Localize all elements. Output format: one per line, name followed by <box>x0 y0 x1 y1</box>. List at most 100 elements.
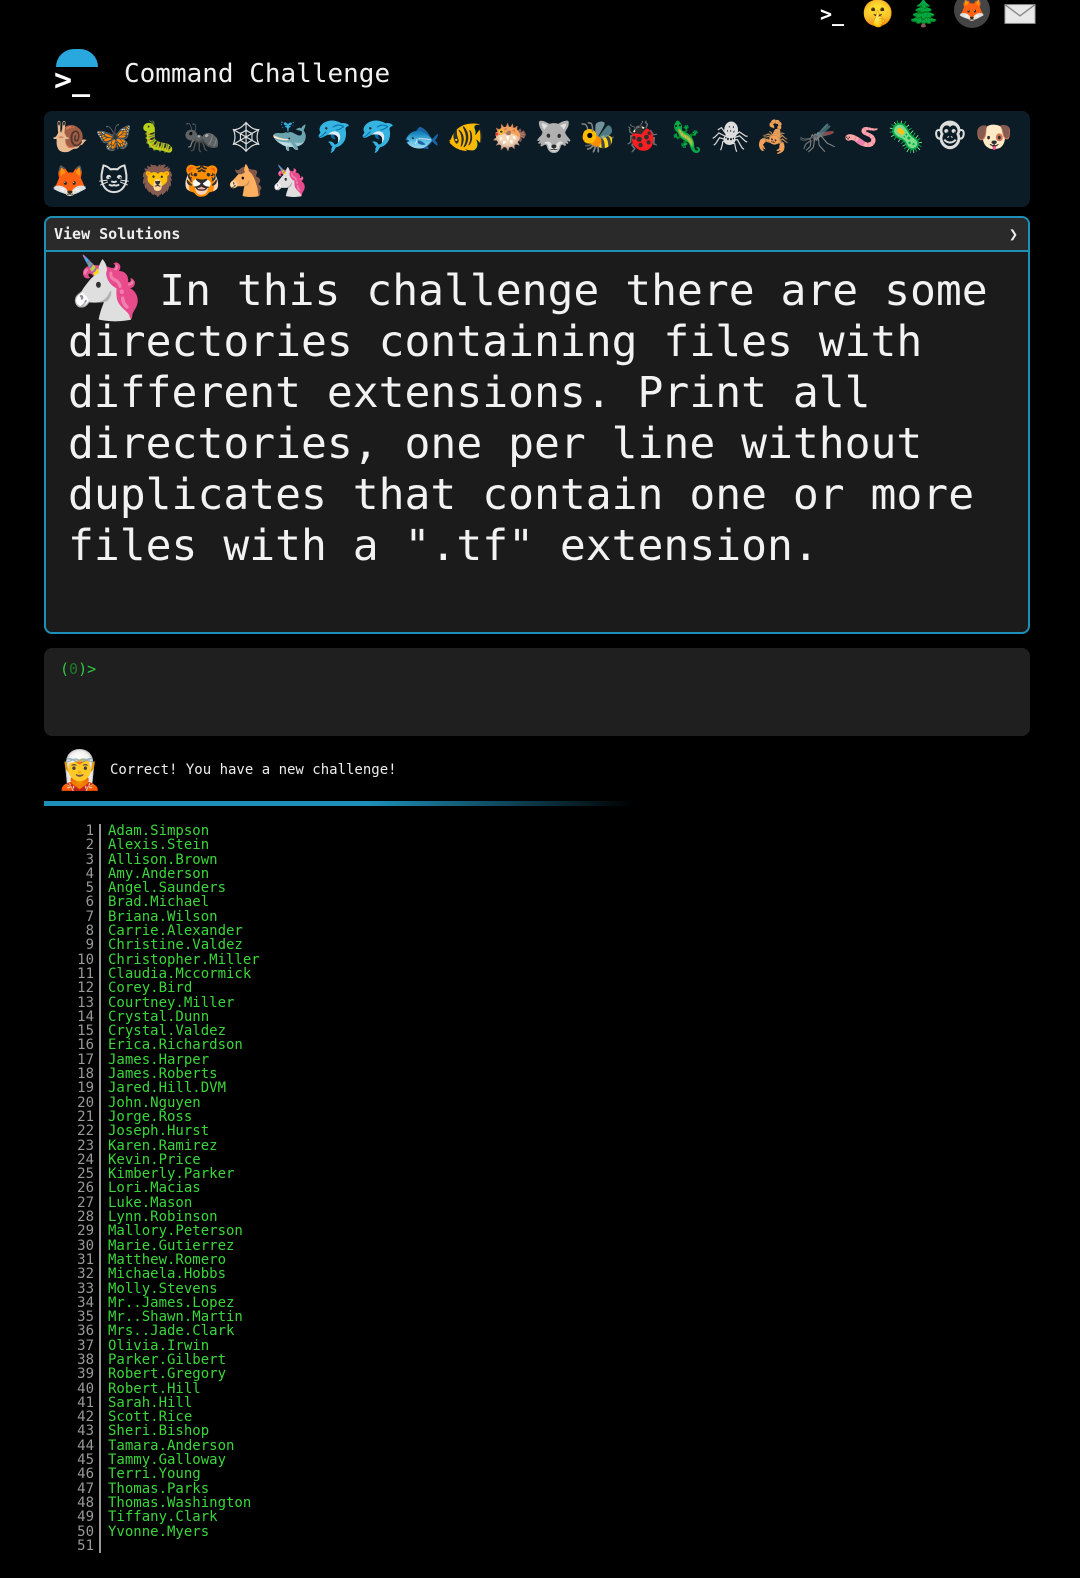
output-line: 28 Lynn.Robinson <box>64 1209 260 1226</box>
output-line: 15 Crystal.Valdez <box>64 1024 260 1039</box>
challenge-animal-icon[interactable]: 🐬 <box>356 115 400 159</box>
output-line: 39 Robert.Gregory <box>64 1367 260 1382</box>
output-text: Kimberly.Parker <box>108 1166 235 1183</box>
line-number: 14 <box>64 1010 101 1024</box>
terminal-icon[interactable]: >_ <box>816 0 848 28</box>
prompt-close: )> <box>78 660 97 678</box>
output-text: Tiffany.Clark <box>108 1509 218 1526</box>
output-text: Yvonne.Myers <box>108 1523 210 1540</box>
challenge-animal-icon[interactable]: 🐜 <box>180 115 224 159</box>
challenge-animal-icon[interactable]: 🐛 <box>136 115 180 159</box>
line-number: 41 <box>64 1396 101 1410</box>
output-text: Mr..Shawn.Martin <box>108 1309 243 1326</box>
output-text: Luke.Mason <box>108 1194 193 1211</box>
output-text: Mr..James.Lopez <box>108 1294 235 1311</box>
output-line: 41 Sarah.Hill <box>64 1394 260 1411</box>
line-number: 22 <box>64 1124 101 1139</box>
line-number: 46 <box>64 1467 101 1482</box>
output-text: Courtney.Miller <box>108 994 235 1011</box>
command-input[interactable]: (0)> <box>44 648 1030 736</box>
challenge-animal-icon[interactable]: 🐯 <box>180 159 224 203</box>
challenge-animal-icon[interactable]: 🦎 <box>664 115 708 159</box>
shushing-face-icon[interactable]: 🤫 <box>862 0 894 29</box>
output-text: Olivia.Irwin <box>108 1337 210 1354</box>
output-line: 23 Karen.Ramirez <box>64 1138 260 1153</box>
challenge-animal-icon[interactable]: 🐶 <box>972 115 1016 159</box>
output-text: Mrs..Jade.Clark <box>108 1323 235 1340</box>
challenge-animal-icon[interactable]: 🕷 <box>708 115 752 159</box>
output-text: Christine.Valdez <box>108 937 243 954</box>
output-text: Joseph.Hurst <box>108 1123 210 1140</box>
challenge-animal-icon[interactable]: 🐌 <box>48 115 92 159</box>
output-text: Lynn.Robinson <box>108 1209 218 1226</box>
line-number: 20 <box>64 1095 101 1110</box>
progress-bar <box>44 801 634 806</box>
line-number: 1 <box>64 824 101 838</box>
challenge-animal-icon[interactable]: 🐺 <box>532 115 576 159</box>
output-line: 9 Christine.Valdez <box>64 937 260 954</box>
output-text: Allison.Brown <box>108 851 218 868</box>
line-number: 16 <box>64 1038 101 1053</box>
challenge-animal-icon[interactable]: 🐟 <box>400 115 444 159</box>
line-number: 5 <box>64 881 101 895</box>
output-text: Sheri.Bishop <box>108 1423 210 1440</box>
challenge-animal-icon[interactable]: 🦂 <box>752 115 796 159</box>
challenge-animal-icon[interactable]: 🦋 <box>92 115 136 159</box>
line-number: 30 <box>64 1238 101 1253</box>
output-text: Scott.Rice <box>108 1409 193 1426</box>
challenge-animal-icon[interactable]: 🐡 <box>488 115 532 159</box>
challenge-animal-icon[interactable]: 🐬 <box>312 115 356 159</box>
line-number: 43 <box>64 1424 101 1439</box>
line-number: 2 <box>64 838 101 853</box>
output-line: 43 Sheri.Bishop <box>64 1423 260 1440</box>
challenge-animal-icon[interactable]: 🐴 <box>224 159 268 203</box>
command-output: 1 Adam.Simpson 2 Alexis.Stein 3 Allison.Brown… <box>64 824 260 1553</box>
output-line: 25 Kimberly.Parker <box>64 1166 260 1183</box>
output-line: 34 Mr..James.Lopez <box>64 1294 260 1311</box>
challenge-animal-icon[interactable]: 🦟 <box>796 115 840 159</box>
challenge-animal-icon[interactable]: 🐠 <box>444 115 488 159</box>
challenge-animal-icon[interactable]: 🕸 <box>224 115 268 159</box>
output-line: 38 Parker.Gilbert <box>64 1353 260 1368</box>
line-number: 33 <box>64 1281 101 1296</box>
challenge-animal-icon[interactable]: 🐵 <box>928 115 972 159</box>
line-number: 37 <box>64 1338 101 1353</box>
challenge-animal-icon[interactable]: 🐝 <box>576 115 620 159</box>
line-number: 47 <box>64 1481 101 1496</box>
app-logo[interactable]: >_ <box>52 49 102 99</box>
output-text: Lori.Macias <box>108 1180 201 1197</box>
challenge-animal-icon[interactable]: 🐞 <box>620 115 664 159</box>
output-line: 4 Amy.Anderson <box>64 865 260 882</box>
view-solutions-toggle[interactable]: View Solutions ❯ <box>46 218 1028 252</box>
output-text: Jared.Hill.DVM <box>108 1080 227 1097</box>
output-text: Crystal.Dunn <box>108 1008 210 1025</box>
output-text: Carrie.Alexander <box>108 923 243 940</box>
output-line: 45 Tammy.Galloway <box>64 1453 260 1468</box>
challenge-animal-icon[interactable]: 🦄 <box>268 159 312 203</box>
challenge-animal-icon[interactable]: 🦁 <box>136 159 180 203</box>
output-line: 42 Scott.Rice <box>64 1409 260 1426</box>
tree-icon[interactable]: 🌲 <box>908 0 940 29</box>
gitlab-icon[interactable]: 🦊 <box>954 0 990 28</box>
challenge-animal-icon[interactable]: 🪱 <box>840 115 884 159</box>
challenge-animal-icon[interactable]: 🦠 <box>884 115 928 159</box>
output-text: Amy.Anderson <box>108 865 210 882</box>
output-line: 50 Yvonne.Myers <box>64 1523 260 1540</box>
line-number: 10 <box>64 952 101 967</box>
output-text: Alexis.Stein <box>108 837 210 854</box>
output-text: Sarah.Hill <box>108 1394 193 1411</box>
line-number: 32 <box>64 1267 101 1282</box>
challenge-animal-icon[interactable]: 🐳 <box>268 115 312 159</box>
output-line: 36 Mrs..Jade.Clark <box>64 1323 260 1340</box>
challenge-animal-icon[interactable]: 🦊 <box>48 159 92 203</box>
challenge-animal-icon[interactable]: 🐱 <box>92 159 136 203</box>
output-line: 13 Courtney.Miller <box>64 994 260 1011</box>
mail-icon[interactable] <box>1004 0 1036 28</box>
output-line: 46 Terri.Young <box>64 1467 260 1482</box>
line-number: 26 <box>64 1181 101 1196</box>
line-number: 27 <box>64 1195 101 1210</box>
output-line: 40 Robert.Hill <box>64 1381 260 1396</box>
output-line: 30 Marie.Gutierrez <box>64 1238 260 1253</box>
line-number: 24 <box>64 1153 101 1167</box>
line-number: 42 <box>64 1410 101 1424</box>
